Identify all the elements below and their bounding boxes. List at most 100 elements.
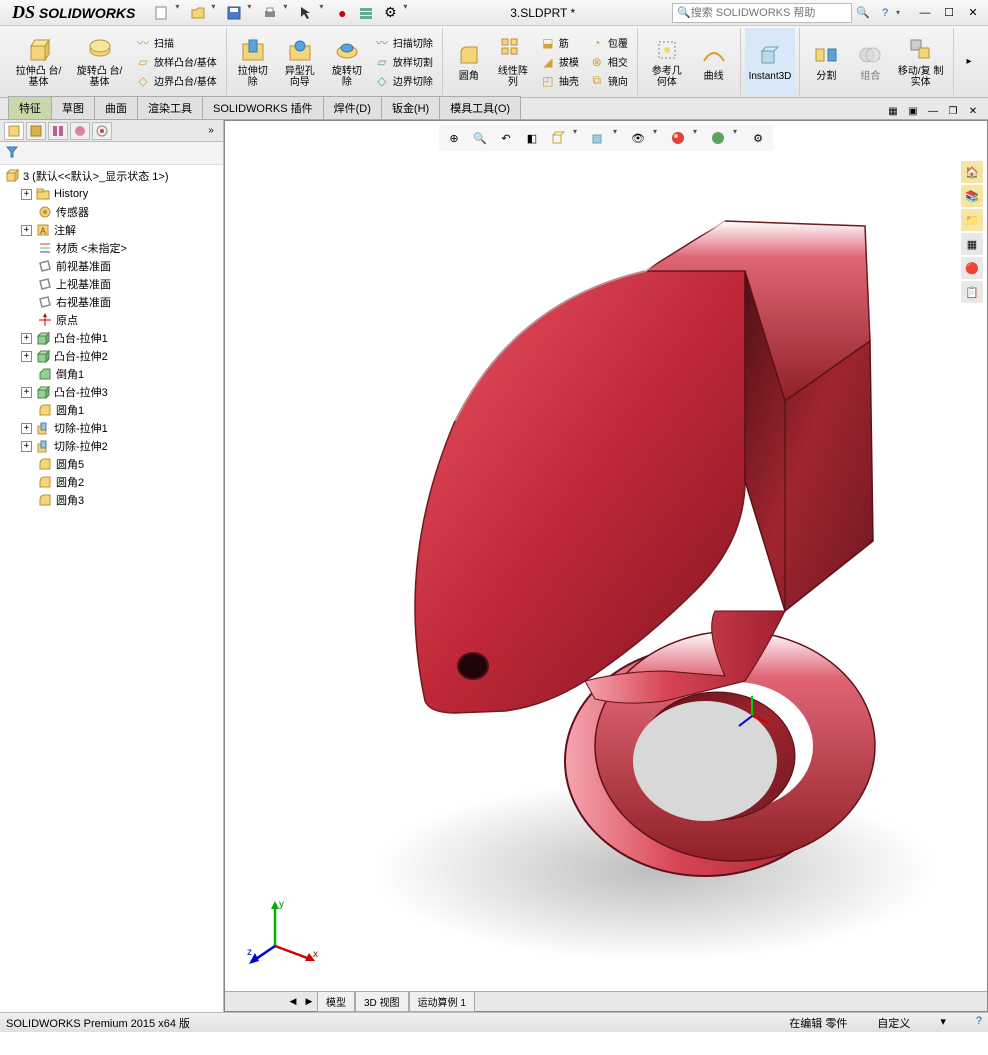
tab-3[interactable]: 渲染工具: [137, 96, 203, 119]
tab-prev-icon[interactable]: ◀: [285, 991, 301, 1013]
bottom-tab-0[interactable]: 模型: [317, 991, 355, 1012]
status-help-icon[interactable]: ?: [976, 1015, 982, 1031]
fillet-button[interactable]: 圆角: [447, 28, 491, 95]
dropdown-arrow-icon[interactable]: ▾: [283, 2, 293, 24]
print-button[interactable]: [259, 2, 281, 24]
tree-item[interactable]: +History: [2, 185, 221, 203]
expand-icon[interactable]: +: [21, 387, 32, 398]
draft-button[interactable]: ◢拔模: [537, 53, 582, 71]
tree-item[interactable]: 圆角3: [2, 491, 221, 509]
expand-icon[interactable]: +: [21, 189, 32, 200]
dropdown-arrow-icon[interactable]: ▾: [175, 2, 185, 24]
doc-restore-button[interactable]: ❐: [944, 103, 962, 119]
tree-item[interactable]: +凸台-拉伸1: [2, 329, 221, 347]
filter-icon[interactable]: [4, 144, 20, 160]
expand-icon[interactable]: +: [21, 441, 32, 452]
dropdown-arrow-icon[interactable]: ▾: [247, 2, 257, 24]
help-search[interactable]: 🔍: [672, 3, 852, 23]
panel-flyout-icon[interactable]: »: [203, 120, 219, 142]
tab-6[interactable]: 钣金(H): [381, 96, 440, 119]
revolve-boss-button[interactable]: 旋转凸 台/基体: [69, 28, 130, 95]
help-button[interactable]: ?: [874, 2, 896, 24]
loft-button[interactable]: ▱放样凸台/基体: [132, 53, 220, 71]
tree-item[interactable]: 原点: [2, 311, 221, 329]
tree-item[interactable]: +凸台-拉伸3: [2, 383, 221, 401]
extrude-boss-button[interactable]: 拉伸凸 台/基体: [8, 28, 69, 95]
intersect-button[interactable]: ⊗相交: [586, 53, 631, 71]
doc-close-button[interactable]: ✕: [964, 103, 982, 119]
dropdown-arrow-icon[interactable]: ▾: [896, 8, 906, 17]
doc-tile-icon[interactable]: ▦: [884, 103, 902, 119]
tab-0[interactable]: 特征: [8, 96, 52, 119]
options-button[interactable]: [355, 2, 377, 24]
tab-next-icon[interactable]: ▶: [301, 991, 317, 1013]
dropdown-arrow-icon[interactable]: ▾: [319, 2, 329, 24]
expand-icon[interactable]: +: [21, 351, 32, 362]
ribbon-expand-icon[interactable]: ▸: [958, 51, 980, 73]
property-manager-tab[interactable]: [26, 122, 46, 140]
tab-1[interactable]: 草图: [51, 96, 95, 119]
graphics-viewport[interactable]: ⊕ 🔍 ↶ ◧ ▾ ▾ 👁▾ ▾ ▾ ⚙ 🏠 📚 📁 ▦ 🔴 📋: [224, 120, 988, 1012]
ref-geometry-button[interactable]: 参考几 何体: [642, 28, 692, 95]
curves-button[interactable]: 曲线: [692, 28, 736, 95]
new-button[interactable]: [151, 2, 173, 24]
tree-item[interactable]: +A注解: [2, 221, 221, 239]
shell-button[interactable]: ◰抽壳: [537, 72, 582, 90]
rib-button[interactable]: ⬓筋: [537, 34, 582, 52]
dropdown-arrow-icon[interactable]: ▾: [403, 2, 413, 24]
status-dropdown-icon[interactable]: ▾: [940, 1015, 946, 1031]
extrude-cut-button[interactable]: 拉伸切 除: [231, 28, 275, 95]
boundary-cut-button[interactable]: ◇边界切除: [371, 72, 436, 90]
dropdown-arrow-icon[interactable]: ▾: [211, 2, 221, 24]
move-copy-button[interactable]: 移动/复 制实体: [892, 28, 949, 95]
tree-item[interactable]: +切除-拉伸1: [2, 419, 221, 437]
expand-icon[interactable]: +: [21, 333, 32, 344]
loft-cut-button[interactable]: ▱放样切割: [371, 53, 436, 71]
status-custom[interactable]: 自定义: [877, 1015, 910, 1031]
settings-button[interactable]: ⚙: [379, 2, 401, 24]
feature-manager-tab[interactable]: [4, 122, 24, 140]
mirror-button[interactable]: ⧉镜向: [586, 72, 631, 90]
save-button[interactable]: [223, 2, 245, 24]
boundary-button[interactable]: ◇边界凸台/基体: [132, 72, 220, 90]
expand-icon[interactable]: +: [21, 423, 32, 434]
open-button[interactable]: [187, 2, 209, 24]
bottom-tab-1[interactable]: 3D 视图: [355, 991, 409, 1012]
tree-root[interactable]: 3 (默认<<默认>_显示状态 1>): [2, 167, 221, 185]
instant3d-button[interactable]: Instant3D: [745, 28, 796, 95]
tree-item[interactable]: 圆角5: [2, 455, 221, 473]
search-go-button[interactable]: 🔍: [852, 2, 874, 24]
tree-item[interactable]: 倒角1: [2, 365, 221, 383]
tree-item[interactable]: +切除-拉伸2: [2, 437, 221, 455]
tree-item[interactable]: 材质 <未指定>: [2, 239, 221, 257]
tab-2[interactable]: 曲面: [94, 96, 138, 119]
tree-item[interactable]: 右视基准面: [2, 293, 221, 311]
bottom-tab-2[interactable]: 运动算例 1: [409, 991, 475, 1012]
select-button[interactable]: [295, 2, 317, 24]
revolve-cut-button[interactable]: 旋转切 除: [325, 28, 369, 95]
doc-minimize-button[interactable]: —: [924, 103, 942, 119]
search-input[interactable]: [691, 7, 831, 19]
rebuild-button[interactable]: ●: [331, 2, 353, 24]
sweep-button[interactable]: 〰扫描: [132, 34, 220, 52]
display-manager-tab[interactable]: [92, 122, 112, 140]
tree-item[interactable]: 圆角1: [2, 401, 221, 419]
tab-7[interactable]: 模具工具(O): [439, 96, 521, 119]
feature-tree[interactable]: 3 (默认<<默认>_显示状态 1>) +History传感器+A注解材质 <未…: [0, 165, 223, 1012]
close-button[interactable]: ✕: [962, 2, 984, 24]
tab-4[interactable]: SOLIDWORKS 插件: [202, 96, 324, 119]
doc-cascade-icon[interactable]: ▣: [904, 103, 922, 119]
tree-item[interactable]: 圆角2: [2, 473, 221, 491]
hole-wizard-button[interactable]: 异型孔 向导: [275, 28, 325, 95]
wrap-button[interactable]: ◔包覆: [586, 34, 631, 52]
split-button[interactable]: 分割: [804, 28, 848, 95]
sweep-cut-button[interactable]: 〰扫描切除: [371, 34, 436, 52]
minimize-button[interactable]: —: [914, 2, 936, 24]
tree-item[interactable]: +凸台-拉伸2: [2, 347, 221, 365]
tree-item[interactable]: 前视基准面: [2, 257, 221, 275]
expand-icon[interactable]: +: [21, 225, 32, 236]
linear-pattern-button[interactable]: 线性阵 列: [491, 28, 535, 95]
combine-button[interactable]: 组合: [848, 28, 892, 95]
tree-item[interactable]: 上视基准面: [2, 275, 221, 293]
tree-item[interactable]: 传感器: [2, 203, 221, 221]
